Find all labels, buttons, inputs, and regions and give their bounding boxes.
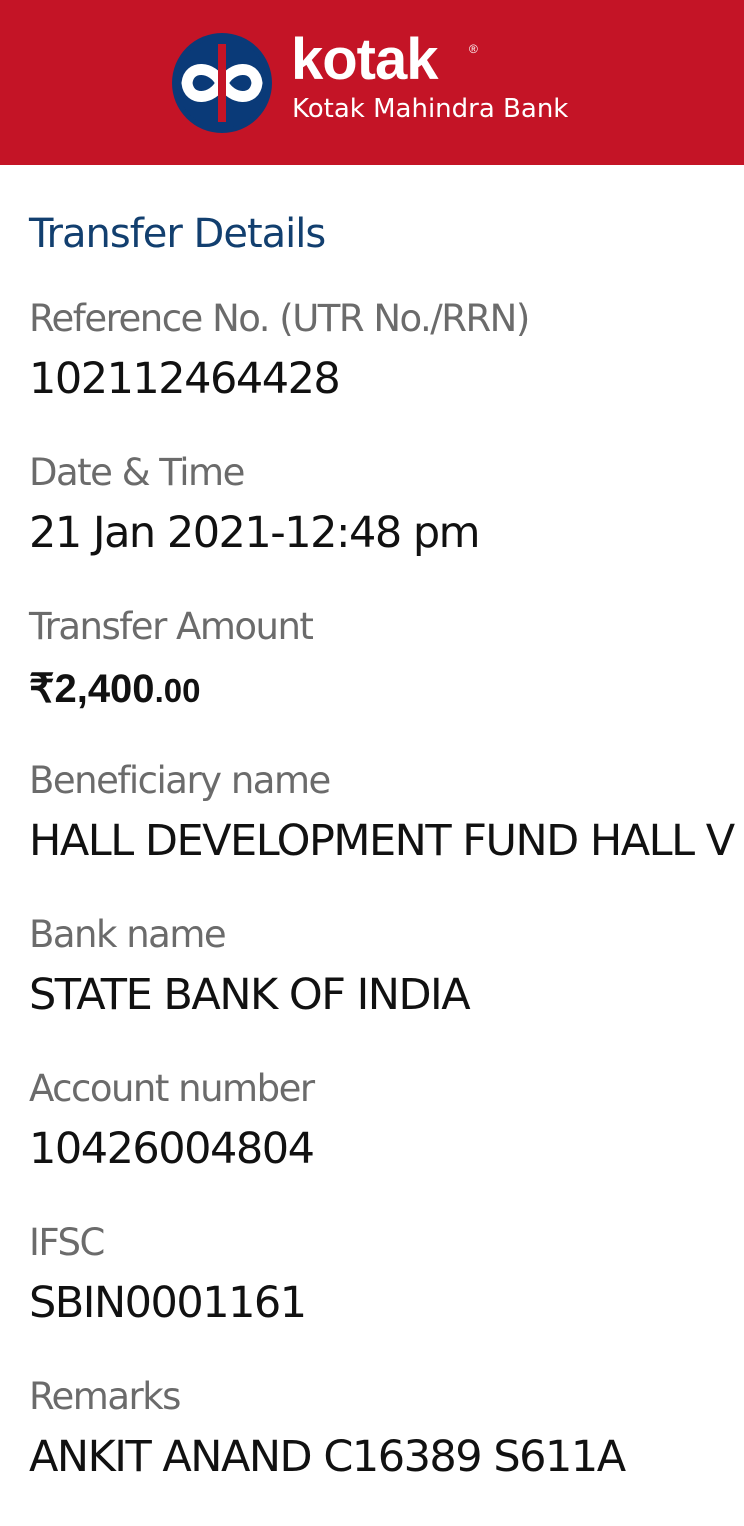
currency-symbol: ₹ [29,667,55,711]
amount-main: 2,400 [54,667,155,711]
beneficiary-label: Beneficiary name [29,759,331,802]
reference-field: Reference No. (UTR No./RRN) 102112464428 [29,297,530,404]
amount-field: Transfer Amount ₹2,400.00 [29,605,314,712]
brand-wordmark: kotak [291,27,439,92]
remarks-value[interactable]: ANKIT ANAND C16389 S611A [29,1432,626,1482]
account-value[interactable]: 10426004804 [29,1124,315,1174]
bank-field: Bank name STATE BANK OF INDIA [29,913,471,1020]
beneficiary-field: Beneficiary name HALL DEVELOPMENT FUND H… [29,759,735,866]
bank-value[interactable]: STATE BANK OF INDIA [29,970,471,1020]
brand-name: Kotak Mahindra Bank [292,94,569,124]
beneficiary-value[interactable]: HALL DEVELOPMENT FUND HALL V [29,816,735,866]
reference-label: Reference No. (UTR No./RRN) [29,297,530,340]
kotak-logo: kotak ® Kotak Mahindra Bank [171,27,591,133]
ifsc-field: IFSC SBIN0001161 [29,1221,307,1328]
reference-value[interactable]: 102112464428 [29,354,529,404]
amount-value[interactable]: ₹2,400.00 [29,666,312,712]
remarks-label: Remarks [29,1375,181,1418]
datetime-field: Date & Time 21 Jan 2021-12:48 pm [29,451,481,558]
app-header: kotak ® Kotak Mahindra Bank [0,0,744,165]
datetime-label: Date & Time [29,451,245,494]
bank-label: Bank name [29,913,227,956]
remarks-field: Remarks ANKIT ANAND C16389 S611A [29,1375,626,1482]
page-title: Transfer Details [29,211,326,257]
account-label: Account number [29,1067,315,1110]
ifsc-value[interactable]: SBIN0001161 [29,1278,307,1328]
account-field: Account number 10426004804 [29,1067,315,1174]
ifsc-label: IFSC [29,1221,105,1264]
datetime-value[interactable]: 21 Jan 2021-12:48 pm [29,508,481,558]
kotak-infinity-logo-icon [172,33,272,133]
amount-decimal: .00 [154,672,201,709]
registered-mark: ® [469,42,478,56]
amount-label: Transfer Amount [29,605,314,648]
